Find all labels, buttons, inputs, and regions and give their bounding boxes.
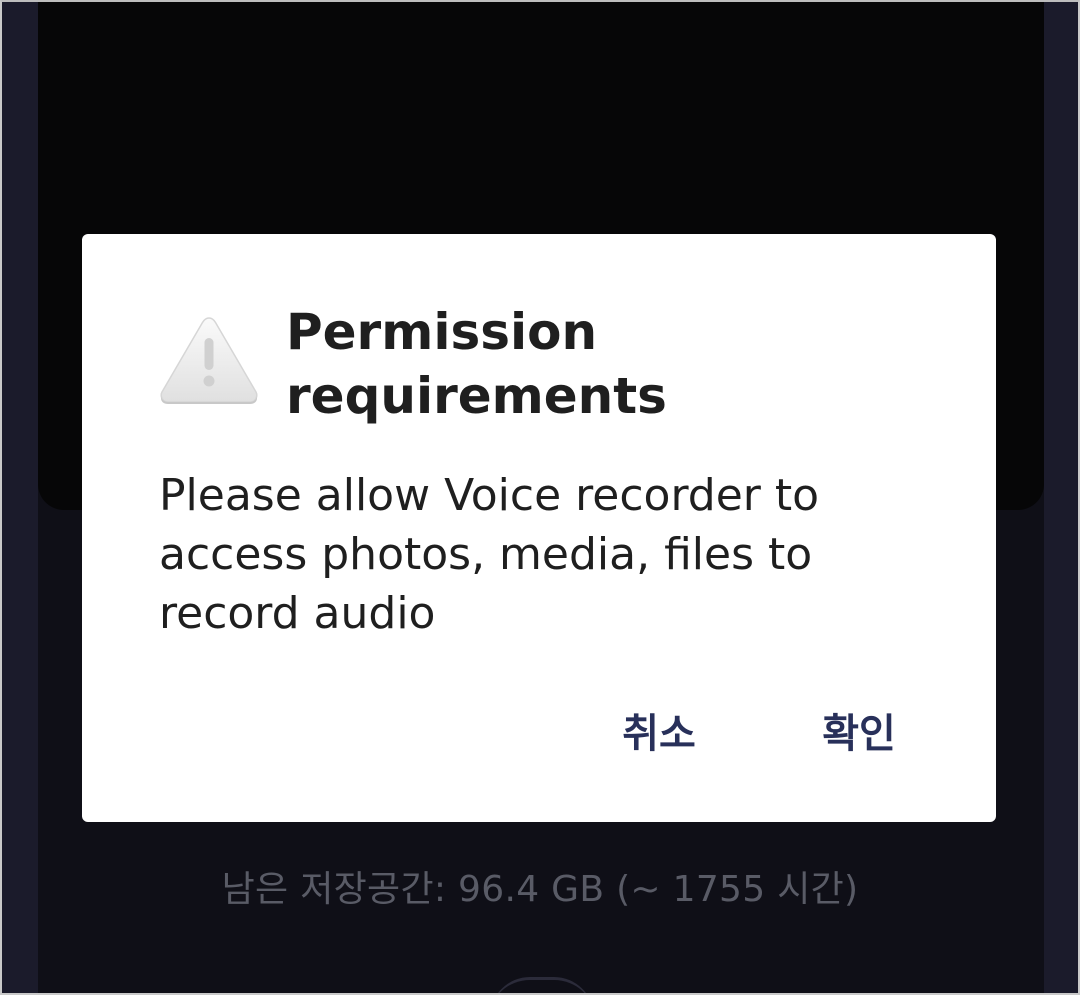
- permission-dialog: Permission requirements Please allow Voi…: [82, 234, 996, 822]
- warning-icon: [158, 314, 260, 406]
- dialog-title: Permission requirements: [286, 303, 667, 425]
- ok-button[interactable]: 확인: [804, 704, 914, 764]
- cancel-button[interactable]: 취소: [604, 704, 714, 764]
- dialog-actions: 취소 확인: [82, 704, 996, 764]
- dialog-message: Please allow Voice recorder to access ph…: [159, 470, 820, 639]
- app-screen: 남은 저장공간: 96.4 GB (~ 1755 시간) Permission …: [2, 2, 1078, 993]
